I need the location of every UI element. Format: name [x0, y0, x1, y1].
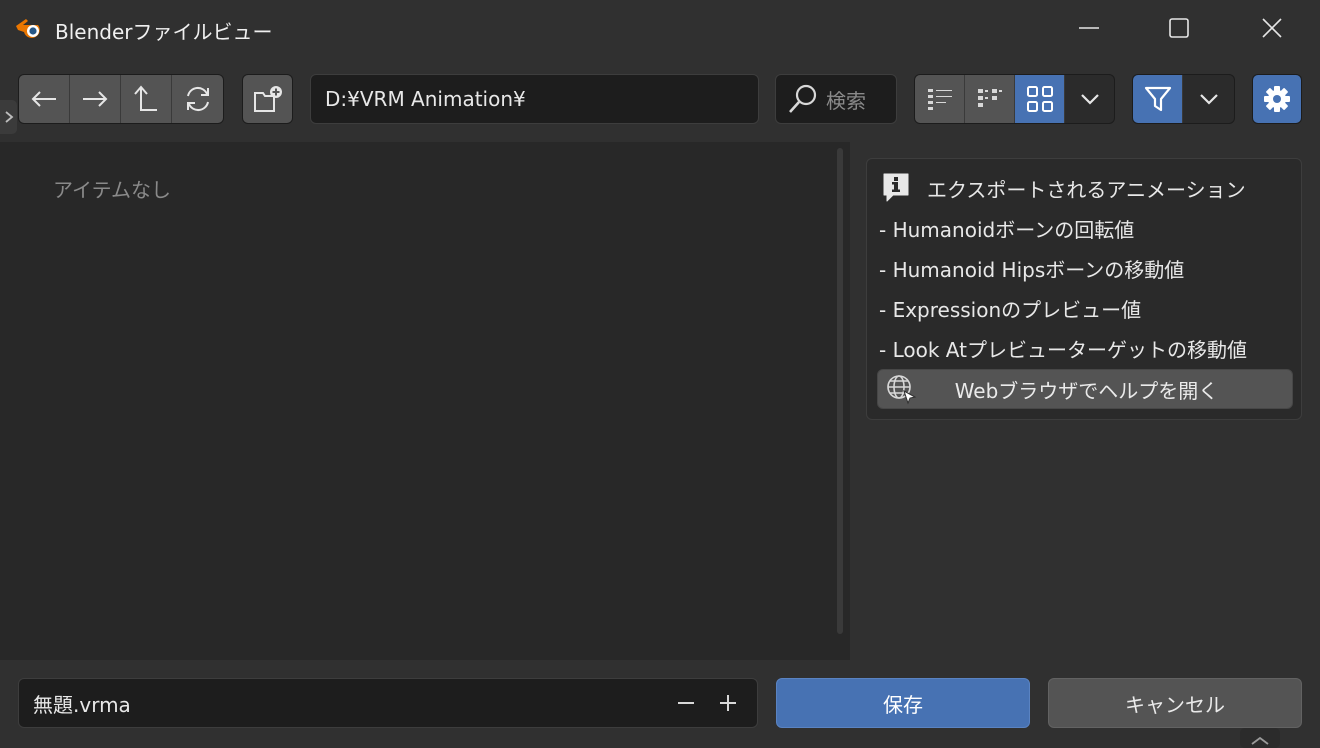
filename-input[interactable]: 無題.vrma [18, 678, 758, 728]
directory-path-text: D:¥VRM Animation¥ [325, 87, 526, 111]
chevron-down-icon [1199, 94, 1218, 105]
new-folder-button[interactable] [243, 75, 292, 123]
filter-group [1132, 74, 1235, 124]
help-button-label: Webブラウザでヘルプを開く [954, 378, 1219, 403]
globe-icon [887, 375, 917, 405]
arrow-left-icon [31, 91, 56, 107]
gear-icon [1264, 86, 1290, 112]
cancel-button[interactable]: キャンセル [1048, 678, 1302, 728]
directory-path-field[interactable]: D:¥VRM Animation¥ [310, 74, 759, 124]
save-button[interactable]: 保存 [776, 678, 1030, 728]
display-options-dropdown[interactable] [1065, 75, 1114, 123]
navigation-group [18, 74, 224, 124]
thumbnails-button[interactable] [1015, 75, 1065, 123]
maximize-icon [1169, 18, 1189, 38]
panel-title: エクスポートされるアニメーション [927, 178, 1246, 202]
close-icon [1262, 18, 1282, 38]
minimize-button[interactable] [1043, 0, 1135, 56]
chevron-down-icon [1080, 94, 1099, 105]
search-placeholder: 検索 [826, 88, 866, 113]
chevron-up-icon[interactable] [1240, 728, 1280, 748]
arrow-up-icon [134, 85, 157, 111]
blender-logo-icon [16, 19, 40, 38]
parent-directory-button[interactable] [121, 75, 172, 123]
minimize-icon [1079, 27, 1099, 29]
filter-options-dropdown[interactable] [1183, 75, 1234, 123]
vertical-list-button[interactable] [915, 75, 965, 123]
refresh-button[interactable] [172, 75, 223, 123]
file-list-area[interactable] [0, 142, 850, 660]
file-list-scrollbar[interactable] [837, 148, 843, 634]
list-vertical-icon [927, 89, 952, 110]
filter-toggle-button[interactable] [1133, 75, 1183, 123]
new-folder-group [242, 74, 293, 124]
panel-line: - Expressionのプレビュー値 [879, 298, 1142, 322]
search-icon [789, 84, 817, 113]
settings-group [1252, 74, 1302, 124]
info-icon [883, 173, 909, 202]
decrement-icon[interactable] [675, 692, 697, 714]
back-button[interactable] [19, 75, 70, 123]
open-help-button[interactable]: Webブラウザでヘルプを開く [877, 369, 1293, 409]
display-mode-group [914, 74, 1115, 124]
grid-icon [1026, 86, 1053, 112]
list-horizontal-icon [977, 89, 1002, 107]
panel-line: - Look Atプレビューターゲットの移動値 [879, 338, 1247, 362]
increment-icon[interactable] [717, 692, 739, 714]
search-input[interactable]: 検索 [775, 74, 897, 124]
empty-list-message: アイテムなし [53, 178, 171, 202]
new-folder-icon [253, 86, 282, 112]
settings-button[interactable] [1253, 75, 1301, 123]
panel-line: - Humanoidボーンの回転値 [879, 218, 1135, 242]
filename-text: 無題.vrma [33, 692, 131, 717]
sidebar-toggle[interactable] [0, 100, 17, 134]
horizontal-list-button[interactable] [965, 75, 1015, 123]
panel-line: - Humanoid Hipsボーンの移動値 [879, 258, 1185, 282]
window-title: Blenderファイルビュー [55, 20, 273, 44]
forward-button[interactable] [70, 75, 121, 123]
arrow-right-icon [83, 91, 108, 107]
filter-icon [1144, 86, 1171, 112]
refresh-icon [186, 86, 209, 112]
close-button[interactable] [1226, 0, 1318, 56]
chevron-right-icon [4, 111, 13, 123]
maximize-button[interactable] [1133, 0, 1225, 56]
